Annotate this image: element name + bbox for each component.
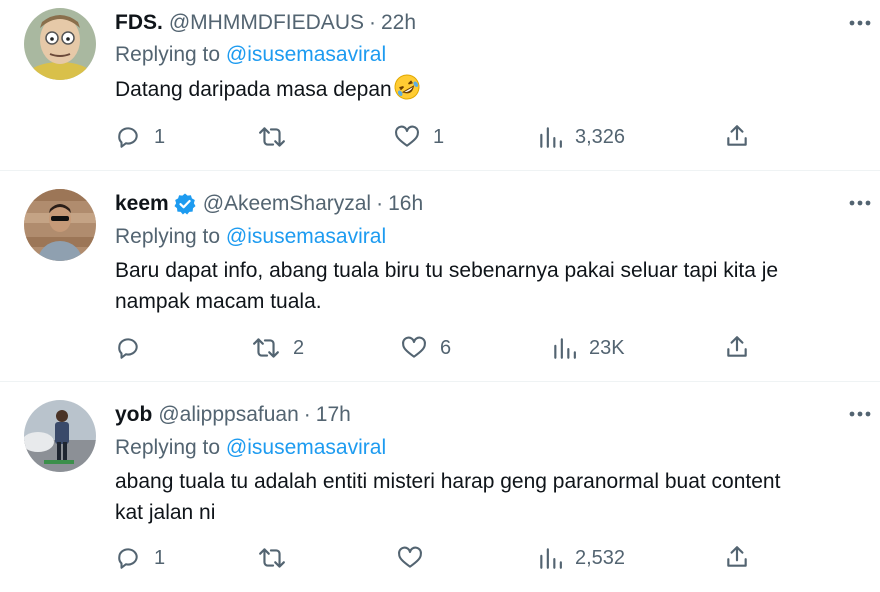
tweet-text: Baru dapat info, abang tuala biru tu seb… bbox=[115, 255, 855, 317]
separator-dot: · bbox=[369, 11, 376, 34]
avatar[interactable] bbox=[24, 400, 96, 472]
views-icon bbox=[540, 127, 562, 148]
reply-icon bbox=[118, 127, 138, 148]
reply-icon bbox=[118, 548, 138, 569]
replying-to: Replying to @isusemasaviral bbox=[115, 224, 386, 250]
replying-to-label: Replying to bbox=[115, 225, 226, 248]
retweet-count: 2 bbox=[293, 336, 305, 359]
separator-dot: · bbox=[376, 192, 384, 215]
tweet[interactable]: FDS. @MHMMDFIEDAUS · 22h Replying to @is… bbox=[0, 0, 880, 170]
tweet[interactable]: yob @alipppsafuan · 17h Replying to @isu… bbox=[0, 382, 880, 592]
retweet-icon bbox=[259, 548, 285, 568]
rolling-on-floor-laughing-emoji-icon bbox=[393, 73, 421, 101]
display-name[interactable]: FDS. bbox=[115, 10, 163, 36]
share-button[interactable] bbox=[724, 123, 750, 149]
tweet-text-line: kat jalan ni bbox=[115, 501, 216, 524]
views-button[interactable]: 23K bbox=[552, 335, 625, 361]
retweet-button[interactable] bbox=[258, 124, 299, 150]
like-button[interactable] bbox=[397, 545, 436, 571]
reply-count: 1 bbox=[154, 546, 166, 569]
reply-button[interactable]: 1 bbox=[115, 545, 165, 571]
tweet-text-line: Baru dapat info, abang tuala biru tu seb… bbox=[115, 259, 779, 282]
mention-link[interactable]: @isusemasaviral bbox=[226, 43, 386, 66]
views-button[interactable]: 2,532 bbox=[538, 545, 625, 571]
views-count: 23K bbox=[589, 336, 625, 359]
timestamp[interactable]: 17h bbox=[316, 402, 351, 428]
views-count: 3,326 bbox=[575, 125, 626, 148]
views-button[interactable]: 3,326 bbox=[538, 124, 625, 150]
tweet-text-line: nampak macam tuala. bbox=[115, 290, 322, 313]
views-count: 2,532 bbox=[575, 546, 626, 569]
views-icon bbox=[540, 548, 562, 569]
more-icon[interactable] bbox=[846, 404, 876, 424]
tweet-text: abang tuala tu adalah entiti misteri har… bbox=[115, 466, 855, 528]
user-handle[interactable]: @AkeemSharyzal bbox=[203, 191, 371, 217]
views-icon bbox=[554, 338, 576, 359]
user-handle[interactable]: @MHMMDFIEDAUS bbox=[169, 10, 364, 36]
more-icon[interactable] bbox=[846, 13, 876, 33]
tweet-text-line: abang tuala tu adalah entiti misteri har… bbox=[115, 470, 781, 493]
like-button[interactable]: 6 bbox=[401, 335, 451, 361]
tweet-header: FDS. @MHMMDFIEDAUS · 22h bbox=[115, 10, 416, 36]
timestamp[interactable]: 22h bbox=[381, 10, 416, 36]
verified-icon bbox=[173, 192, 197, 216]
retweet-icon bbox=[259, 127, 285, 147]
mention-link[interactable]: @isusemasaviral bbox=[226, 436, 386, 459]
tweet-text: Datang daripada masa depan bbox=[115, 73, 855, 105]
replying-to-label: Replying to bbox=[115, 436, 226, 459]
replying-to-label: Replying to bbox=[115, 43, 226, 66]
tweet-text-content: Datang daripada masa depan bbox=[115, 78, 392, 101]
more-icon[interactable] bbox=[846, 193, 876, 213]
user-handle[interactable]: @alipppsafuan bbox=[158, 402, 298, 428]
replying-to: Replying to @isusemasaviral bbox=[115, 42, 386, 68]
like-icon bbox=[402, 336, 426, 358]
avatar[interactable] bbox=[24, 8, 96, 80]
retweet-button[interactable]: 2 bbox=[252, 335, 304, 361]
share-icon bbox=[727, 125, 747, 146]
tweet[interactable]: keem @AkeemSharyzal · 16h Replying to @i… bbox=[0, 171, 880, 381]
display-name[interactable]: yob bbox=[115, 402, 152, 428]
timestamp[interactable]: 16h bbox=[388, 191, 423, 217]
mention-link[interactable]: @isusemasaviral bbox=[226, 225, 386, 248]
like-icon bbox=[395, 125, 419, 147]
reply-icon bbox=[118, 338, 138, 359]
like-count: 1 bbox=[433, 125, 445, 148]
separator-dot: · bbox=[303, 403, 311, 426]
like-icon bbox=[398, 546, 422, 568]
display-name[interactable]: keem bbox=[115, 191, 169, 217]
share-icon bbox=[727, 336, 747, 357]
like-count: 6 bbox=[440, 336, 452, 359]
reply-count: 1 bbox=[154, 125, 166, 148]
replying-to: Replying to @isusemasaviral bbox=[115, 435, 386, 461]
share-button[interactable] bbox=[724, 334, 750, 360]
reply-button[interactable]: 1 bbox=[115, 124, 165, 150]
share-button[interactable] bbox=[724, 544, 750, 570]
share-icon bbox=[727, 546, 747, 567]
retweet-icon bbox=[253, 338, 279, 358]
tweet-header: keem @AkeemSharyzal · 16h bbox=[115, 191, 423, 217]
like-button[interactable]: 1 bbox=[394, 124, 444, 150]
avatar[interactable] bbox=[24, 189, 96, 261]
tweet-header: yob @alipppsafuan · 17h bbox=[115, 402, 351, 428]
retweet-button[interactable] bbox=[258, 545, 299, 571]
reply-button[interactable] bbox=[115, 335, 154, 361]
